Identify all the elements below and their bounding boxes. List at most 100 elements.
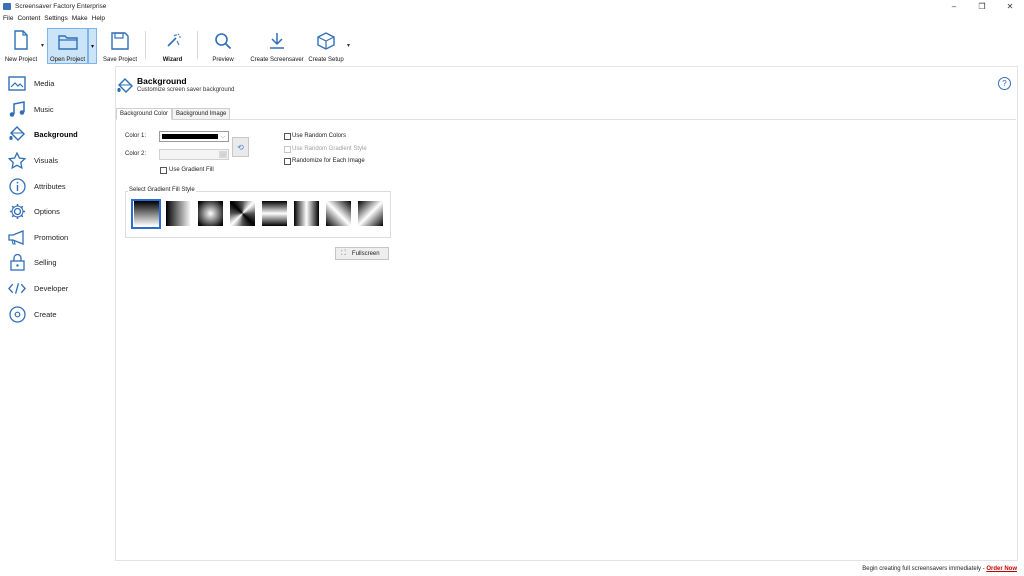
menu-bar: File Content Settings Make Help: [0, 13, 109, 24]
use-random-colors-checkbox[interactable]: [284, 133, 291, 140]
color1-label: Color 1:: [125, 133, 147, 139]
page-subtitle: Customize screen saver background: [137, 87, 235, 93]
create-setup-button[interactable]: Create Setup: [306, 28, 346, 64]
color1-select[interactable]: ⌵: [159, 131, 229, 142]
status-text: Begin creating full screensavers immedia…: [862, 566, 987, 572]
open-project-dropdown[interactable]: ▾: [91, 43, 94, 50]
open-project-dropdown-area[interactable]: ▾: [88, 28, 97, 64]
sidebar-item-label: Selling: [34, 258, 57, 268]
folder-icon: [57, 29, 78, 50]
sidebar-item-developer[interactable]: Developer: [0, 276, 110, 302]
sidebar-item-label: Options: [34, 207, 60, 217]
gradient-swatch-radial[interactable]: [198, 201, 223, 226]
gradient-swatch-box[interactable]: [230, 201, 255, 226]
menu-content[interactable]: Content: [17, 15, 40, 22]
sidebar-item-label: Developer: [34, 284, 69, 294]
sidebar-item-promotion[interactable]: Promotion: [0, 225, 110, 251]
chevron-down-icon: ⌵: [221, 133, 225, 140]
new-project-button[interactable]: New Project: [2, 28, 40, 64]
megaphone-icon: [8, 228, 26, 246]
save-project-label: Save Project: [102, 57, 138, 63]
create-setup-dropdown[interactable]: ▾: [347, 42, 350, 49]
restore-button[interactable]: ❐: [968, 0, 996, 13]
sidebar-item-label: Visuals: [34, 156, 59, 166]
paint-bucket-icon: [116, 78, 134, 97]
gradient-swatch-horizontal-mirror[interactable]: [262, 201, 287, 226]
toolbar-separator: [197, 31, 198, 59]
tab-background-color[interactable]: Background Color: [116, 108, 173, 120]
save-icon: [111, 28, 129, 50]
sidebar-item-create[interactable]: Create: [0, 301, 110, 327]
wizard-label: Wizard: [162, 57, 183, 63]
tab-background-image[interactable]: Background Image: [172, 108, 231, 120]
tab-strip: Background Color Background Image: [116, 108, 231, 120]
close-button[interactable]: ✕: [996, 0, 1024, 13]
open-project-label: Open Project: [49, 57, 86, 63]
menu-settings[interactable]: Settings: [44, 15, 68, 22]
sidebar-item-selling[interactable]: Selling: [0, 250, 110, 276]
randomize-each-image-label: Randomize for Each Image: [292, 158, 365, 164]
use-gradient-fill-checkbox[interactable]: [160, 167, 167, 174]
sidebar-item-label: Music: [34, 104, 54, 114]
page-title: Background: [137, 76, 187, 86]
order-now-link[interactable]: Order Now: [986, 566, 1017, 572]
sidebar-item-media[interactable]: Media: [0, 71, 110, 97]
sidebar-item-music[interactable]: Music: [0, 97, 110, 123]
color2-label: Color 2:: [125, 151, 147, 157]
new-file-icon: [13, 28, 29, 50]
use-gradient-fill-label: Use Gradient Fill: [169, 167, 214, 173]
sidebar-item-attributes[interactable]: Attributes: [0, 173, 110, 199]
menu-file[interactable]: File: [3, 15, 13, 22]
gradient-swatch-horizontal[interactable]: [166, 201, 191, 226]
swap-colors-button[interactable]: ⟲: [232, 137, 249, 157]
help-button[interactable]: ?: [998, 77, 1011, 90]
menu-make[interactable]: Make: [72, 15, 88, 22]
toolbar: New Project ▾ Open Project ▾ Save Projec…: [0, 25, 1024, 65]
title-bar: Screensaver Factory Enterprise – ❐ ✕: [0, 0, 1024, 13]
wizard-button[interactable]: Wizard: [155, 28, 190, 64]
use-random-gradient-style-checkbox[interactable]: [284, 146, 291, 153]
gradient-swatch-diagonal-cross[interactable]: [326, 201, 351, 226]
gradient-swatch-vertical[interactable]: [134, 201, 159, 226]
chevron-down-icon: ⌵: [219, 151, 227, 158]
window-controls: – ❐ ✕: [940, 0, 1024, 13]
sidebar-item-visuals[interactable]: Visuals: [0, 148, 110, 174]
sidebar-item-label: Media: [34, 79, 55, 89]
create-screensaver-label: Create Screensaver: [250, 57, 304, 63]
lock-icon: [8, 254, 26, 272]
minimize-button[interactable]: –: [940, 0, 968, 13]
use-random-gradient-style-label: Use Random Gradient Style: [292, 146, 367, 152]
toolbar-separator: [145, 31, 146, 59]
randomize-each-image-checkbox[interactable]: [284, 158, 291, 165]
status-bar: Begin creating full screensavers immedia…: [862, 566, 1017, 572]
menu-help[interactable]: Help: [92, 15, 105, 22]
sidebar-item-background[interactable]: Background: [0, 122, 110, 148]
new-project-dropdown[interactable]: ▾: [41, 42, 44, 49]
open-project-button[interactable]: Open Project: [47, 28, 88, 64]
fullscreen-icon: ⛶: [341, 249, 346, 257]
sidebar-item-label: Attributes: [34, 181, 66, 191]
swap-icon: ⟲: [237, 142, 244, 152]
fullscreen-button[interactable]: ⛶ Fullscreen: [335, 247, 389, 260]
create-screensaver-button[interactable]: Create Screensaver: [250, 28, 304, 64]
color2-select[interactable]: ⌵: [159, 149, 229, 160]
magnifier-icon: [214, 28, 232, 50]
preview-label: Preview: [212, 57, 234, 63]
content-panel: [115, 66, 1018, 561]
new-project-label: New Project: [4, 57, 38, 63]
preview-button[interactable]: Preview: [206, 28, 240, 64]
package-icon: [316, 28, 336, 50]
info-icon: [8, 177, 26, 195]
sidebar-item-label: Create: [34, 309, 57, 319]
gradient-swatch-diagonal[interactable]: [358, 201, 383, 226]
fullscreen-label: Fullscreen: [351, 250, 380, 257]
use-random-colors-label: Use Random Colors: [292, 133, 347, 139]
save-project-button[interactable]: Save Project: [100, 28, 140, 64]
star-icon: [8, 152, 26, 170]
disc-icon: [8, 305, 26, 323]
gradient-style-group-label: Select Gradient Fill Style: [128, 187, 196, 193]
download-icon: [269, 28, 285, 50]
sidebar-item-options[interactable]: Options: [0, 199, 110, 225]
app-icon: [3, 3, 11, 10]
gradient-swatch-vertical-mirror[interactable]: [294, 201, 319, 226]
